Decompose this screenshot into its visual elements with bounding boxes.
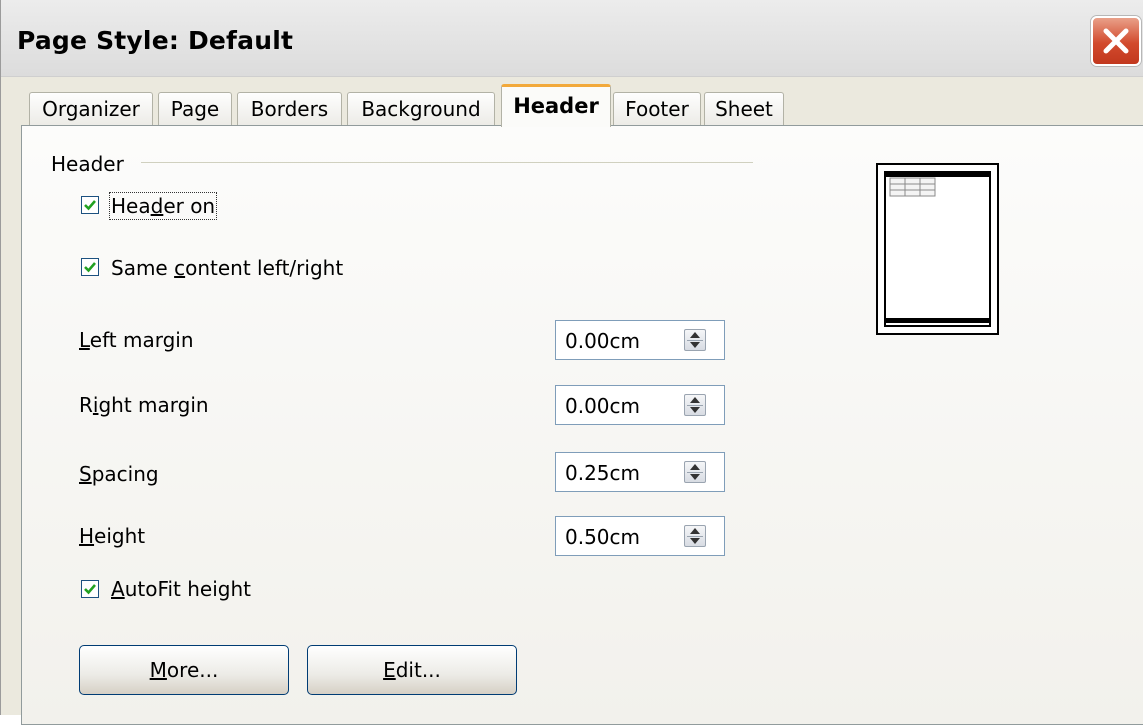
- spin-down-icon[interactable]: [690, 538, 700, 544]
- autofit-height-label[interactable]: AutoFit height: [111, 577, 251, 601]
- autofit-height-checkbox[interactable]: [81, 580, 99, 598]
- tab-bar: Organizer Page Borders Background Header…: [1, 84, 1143, 127]
- spin-divider: [687, 340, 703, 341]
- spacing-label: Spacing: [79, 462, 159, 486]
- height-spin-buttons[interactable]: [684, 525, 706, 547]
- right-margin-field[interactable]: 0.00cm: [555, 385, 725, 425]
- checkmark-icon: [84, 584, 96, 595]
- header-section-title: Header: [51, 152, 124, 176]
- height-field[interactable]: 0.50cm: [555, 516, 725, 556]
- spin-divider: [687, 536, 703, 537]
- left-margin-label: Left margin: [79, 328, 194, 352]
- left-margin-value[interactable]: 0.00cm: [565, 329, 640, 353]
- left-margin-spin-buttons[interactable]: [684, 329, 706, 351]
- right-margin-value[interactable]: 0.00cm: [565, 394, 640, 418]
- page-preview-icon: [884, 171, 991, 327]
- spacing-spin-buttons[interactable]: [684, 461, 706, 483]
- spin-down-icon[interactable]: [690, 407, 700, 413]
- spacing-field[interactable]: 0.25cm: [555, 452, 725, 492]
- spin-divider: [687, 405, 703, 406]
- tab-page[interactable]: Page: [158, 92, 232, 126]
- spacing-value[interactable]: 0.25cm: [565, 461, 640, 485]
- tab-borders[interactable]: Borders: [237, 92, 342, 126]
- section-divider: [141, 162, 753, 163]
- height-label: Height: [79, 524, 146, 548]
- same-content-label[interactable]: Same content left/right: [111, 256, 343, 280]
- more-button[interactable]: More...: [79, 645, 289, 695]
- page-style-dialog: Page Style: Default Organizer Page Borde…: [0, 0, 1143, 725]
- spin-divider: [687, 472, 703, 473]
- spin-down-icon[interactable]: [690, 342, 700, 348]
- tab-organizer[interactable]: Organizer: [29, 92, 153, 126]
- spin-up-icon[interactable]: [690, 397, 700, 403]
- checkmark-icon: [84, 262, 96, 273]
- tab-footer[interactable]: Footer: [613, 92, 701, 126]
- title-bar[interactable]: Page Style: Default: [1, 0, 1143, 77]
- right-margin-label: Right margin: [79, 393, 209, 417]
- spin-up-icon[interactable]: [690, 528, 700, 534]
- edit-button[interactable]: Edit...: [307, 645, 517, 695]
- tab-header[interactable]: Header: [501, 84, 611, 127]
- close-button[interactable]: [1091, 16, 1141, 66]
- header-on-checkbox[interactable]: [81, 196, 99, 214]
- spin-up-icon[interactable]: [690, 464, 700, 470]
- window-title: Page Style: Default: [17, 26, 294, 55]
- close-icon: [1103, 28, 1129, 54]
- same-content-checkbox[interactable]: [81, 258, 99, 276]
- tab-sheet[interactable]: Sheet: [704, 92, 784, 126]
- tab-background[interactable]: Background: [347, 92, 495, 126]
- left-margin-field[interactable]: 0.00cm: [555, 320, 725, 360]
- header-preview: [876, 163, 999, 335]
- header-on-label[interactable]: Header on: [108, 192, 218, 220]
- checkmark-icon: [84, 200, 96, 211]
- height-value[interactable]: 0.50cm: [565, 525, 640, 549]
- spin-down-icon[interactable]: [690, 474, 700, 480]
- right-margin-spin-buttons[interactable]: [684, 394, 706, 416]
- spin-up-icon[interactable]: [690, 332, 700, 338]
